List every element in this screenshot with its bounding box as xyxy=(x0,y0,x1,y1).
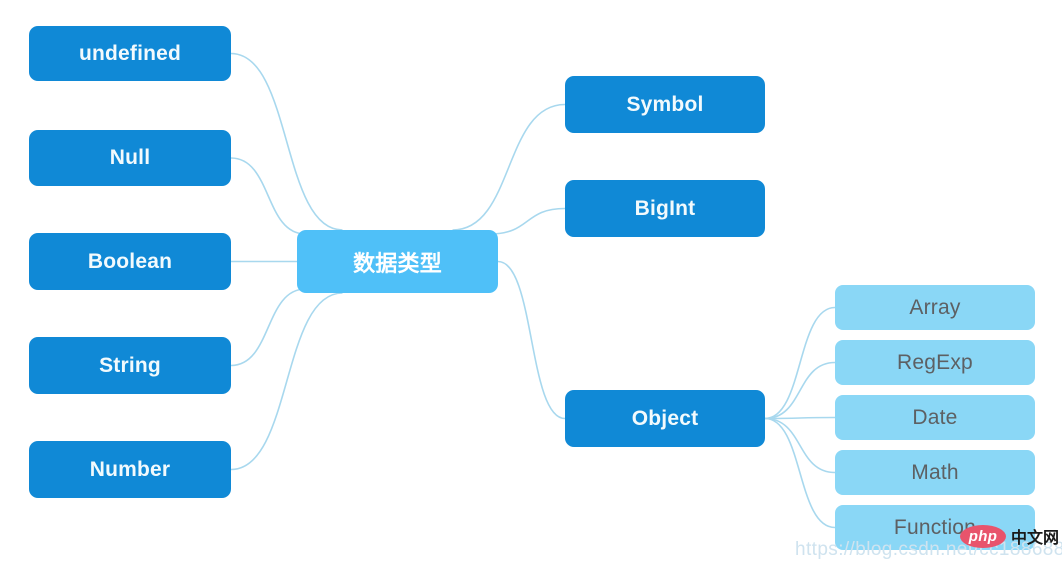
node-number[interactable]: Number xyxy=(29,441,231,498)
node-array[interactable]: Array xyxy=(835,285,1035,330)
node-label: Number xyxy=(89,457,171,481)
node-label: Boolean xyxy=(87,249,173,273)
watermark-logo-suffix: 中文网 xyxy=(1011,530,1060,547)
node-root-data-types[interactable]: 数据类型 xyxy=(297,230,498,293)
node-math[interactable]: Math xyxy=(835,450,1035,495)
node-label: Date xyxy=(912,405,958,429)
node-object[interactable]: Object xyxy=(565,390,765,447)
node-label: RegExp xyxy=(897,350,973,374)
node-label: Array xyxy=(909,295,961,319)
node-regexp[interactable]: RegExp xyxy=(835,340,1035,385)
node-label: Null xyxy=(109,146,151,169)
node-bigint[interactable]: BigInt xyxy=(565,180,765,237)
node-label: Math xyxy=(911,460,959,484)
node-label: 数据类型 xyxy=(353,250,442,276)
node-label: Symbol xyxy=(626,92,704,116)
node-date[interactable]: Date xyxy=(835,395,1035,440)
node-label: Object xyxy=(631,406,699,430)
php-logo-icon: php xyxy=(960,524,1006,548)
mindmap-canvas: undefined Null Boolean String Number 数据类… xyxy=(0,0,1062,572)
watermark-logo: php 中文网 xyxy=(960,524,1059,548)
node-label: String xyxy=(99,353,161,377)
node-symbol[interactable]: Symbol xyxy=(565,76,765,133)
node-undefined[interactable]: undefined xyxy=(29,26,231,81)
node-label: BigInt xyxy=(634,196,696,220)
node-boolean[interactable]: Boolean xyxy=(29,233,231,290)
node-null[interactable]: Null xyxy=(29,130,231,186)
node-label: undefined xyxy=(78,41,182,65)
node-string[interactable]: String xyxy=(29,337,231,394)
